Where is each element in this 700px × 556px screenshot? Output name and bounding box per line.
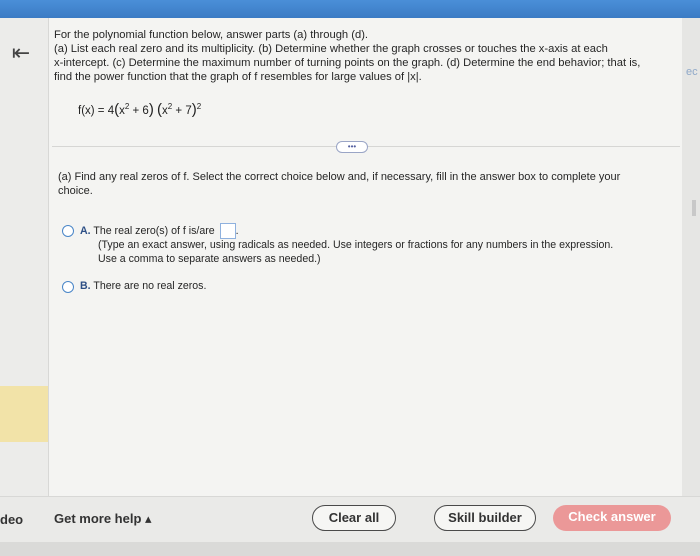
outer-exponent: 2 [196, 102, 202, 112]
sidebar-highlight [0, 386, 48, 442]
part-a-line: choice. [58, 185, 93, 197]
bottom-strip [0, 542, 700, 556]
question-instructions: For the polynomial function below, answe… [54, 28, 674, 84]
factor2-constant: + 7 [172, 105, 192, 117]
check-answer-button[interactable]: Check answer [553, 505, 671, 531]
polynomial-function: f(x) = 4(x2 + 6) (x2 + 7)2 [78, 101, 202, 118]
instruction-line: find the power function that the graph o… [54, 71, 422, 83]
right-rail [682, 18, 700, 496]
skill-builder-button[interactable]: Skill builder [434, 505, 536, 531]
factor1-constant: + 6 [129, 105, 149, 117]
hint-line: (Type an exact answer, using radicals as… [98, 239, 614, 251]
top-bar [0, 0, 700, 18]
zeros-answer-box[interactable] [219, 223, 236, 239]
choice-a-letter: A. [80, 224, 91, 237]
clear-all-button[interactable]: Clear all [312, 505, 396, 531]
instruction-line: For the polynomial function below, answe… [54, 29, 369, 41]
choice-b-text: There are no real zeros. [93, 280, 207, 292]
hint-line: Use a comma to separate answers as neede… [98, 253, 321, 265]
instruction-line: (a) List each real zero and its multipli… [54, 43, 608, 55]
expand-button[interactable]: ••• [336, 141, 368, 153]
choice-a[interactable]: A. The real zero(s) of f is/are . [80, 223, 239, 239]
choice-a-hint: (Type an exact answer, using radicals as… [98, 238, 678, 266]
back-arrow-icon[interactable]: ⇤ [6, 40, 36, 66]
part-a-line: (a) Find any real zeros of f. Select the… [58, 171, 621, 183]
left-clipped-text: deo [0, 512, 24, 527]
choice-a-radio[interactable] [62, 225, 74, 237]
choice-a-text: The real zero(s) of f is/are [93, 224, 215, 237]
choice-b-letter: B. [80, 280, 91, 292]
choice-b-radio[interactable] [62, 281, 74, 293]
choice-b[interactable]: B. There are no real zeros. [80, 279, 206, 293]
part-a-prompt: (a) Find any real zeros of f. Select the… [58, 170, 668, 198]
right-clipped-text: ec [686, 66, 698, 78]
get-more-help-button[interactable]: Get more help ▴ [54, 511, 152, 527]
instruction-line: x-intercept. (c) Determine the maximum n… [54, 57, 641, 69]
function-lhs: f(x) = 4 [78, 105, 115, 117]
right-scroll-marker [692, 200, 696, 216]
